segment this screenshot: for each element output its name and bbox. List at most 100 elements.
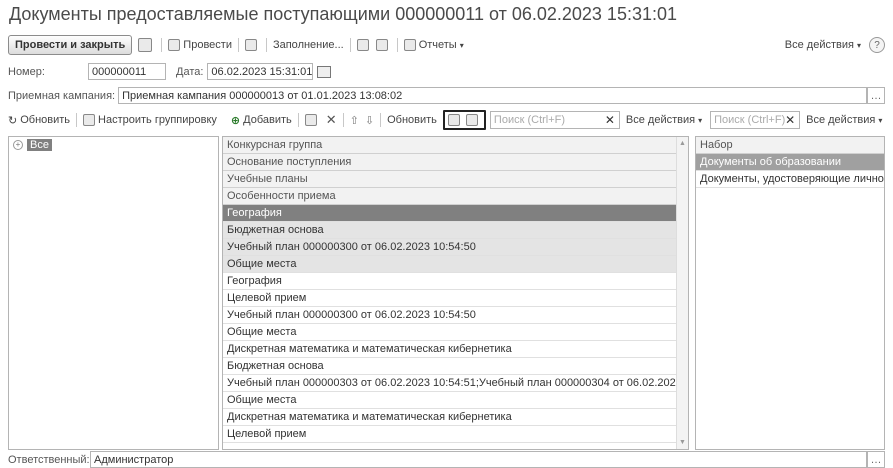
- responsible-field[interactable]: Администратор: [90, 451, 867, 468]
- add-icon: ⊕: [230, 114, 241, 127]
- responsible-label: Ответственный:: [8, 453, 90, 466]
- save-icon[interactable]: [138, 38, 153, 52]
- lists-toolbar-row: ↻ Обновить Настроить группировку ⊕ Добав…: [8, 110, 885, 130]
- structure-icon[interactable]: [244, 39, 257, 51]
- campaign-row: Приемная кампания: Приемная кампания 000…: [8, 87, 885, 104]
- post-button[interactable]: Провести: [168, 39, 232, 51]
- tree-item-label: Все: [27, 139, 52, 151]
- refresh-icon: ↻: [8, 114, 18, 127]
- table-row[interactable]: Дискретная математика и математическая к…: [223, 409, 676, 426]
- print-icon[interactable]: [356, 39, 369, 51]
- number-field[interactable]: 000000011: [88, 63, 166, 80]
- clear-search-icon[interactable]: ✕: [605, 113, 615, 127]
- table-row[interactable]: Учебный план 000000303 от 06.02.2023 10:…: [223, 375, 676, 392]
- number-date-row: Номер: 000000011 Дата: 06.02.2023 15:31:…: [8, 63, 885, 80]
- table-row[interactable]: Целевой прием: [223, 426, 676, 443]
- grid-scrollbar[interactable]: ▲ ▼: [676, 137, 688, 449]
- table-row[interactable]: Бюджетная основа: [223, 222, 676, 239]
- table-row[interactable]: Документы об образовании: [696, 154, 884, 171]
- right-search-placeholder: Поиск (Ctrl+F): [714, 114, 786, 126]
- right-search-input[interactable]: Поиск (Ctrl+F) ✕: [710, 111, 801, 129]
- chevron-down-icon: ▾: [856, 40, 861, 50]
- fill-button[interactable]: Заполнение...: [273, 39, 344, 51]
- calendar-icon[interactable]: [317, 65, 332, 78]
- move-up-icon[interactable]: ⇧: [350, 114, 359, 127]
- date-field[interactable]: 06.02.2023 15:31:01: [207, 63, 314, 80]
- table-row[interactable]: Бюджетная основа: [223, 358, 676, 375]
- reports-label: Отчеты: [418, 39, 457, 51]
- paste-from-clipboard-icon[interactable]: [465, 114, 478, 126]
- toolbar-separator: [396, 38, 398, 52]
- set-header[interactable]: Набор: [696, 137, 884, 154]
- delete-icon[interactable]: ✕: [326, 112, 337, 128]
- table-row[interactable]: Общие места: [223, 256, 676, 273]
- right-all-actions-label: Все действия: [806, 114, 876, 126]
- grouping-icon: [83, 114, 96, 126]
- grid-header-3[interactable]: Учебные планы: [223, 171, 676, 188]
- mid-all-actions-label: Все действия: [625, 114, 696, 126]
- table-row[interactable]: Общие места: [223, 392, 676, 409]
- mid-search-input[interactable]: Поиск (Ctrl+F) ✕: [489, 111, 620, 129]
- select-button[interactable]: …: [867, 451, 885, 468]
- reports-icon: [403, 39, 416, 51]
- all-actions-label: Все действия: [784, 39, 854, 51]
- reports-menu[interactable]: Отчеты ▾: [403, 39, 464, 51]
- chevron-down-icon: ▾: [698, 115, 703, 125]
- responsible-row: Ответственный: Администратор …: [8, 451, 885, 468]
- tree-item-all[interactable]: + Все: [9, 137, 218, 153]
- right-all-actions-menu[interactable]: Все действия ▾: [806, 114, 882, 126]
- mid-all-actions-menu[interactable]: Все действия ▾: [626, 114, 702, 126]
- table-row[interactable]: География: [223, 205, 676, 222]
- table-row[interactable]: Учебный план 000000300 от 06.02.2023 10:…: [223, 239, 676, 256]
- table-row[interactable]: География: [223, 273, 676, 290]
- scroll-up-icon[interactable]: ▲: [679, 140, 686, 147]
- toolbar-separator: [342, 113, 344, 127]
- main-toolbar: Провести и закрыть Провести Заполнение..…: [8, 34, 885, 56]
- grid-content: Конкурсная группа Основание поступления …: [223, 137, 676, 443]
- set-rows: Документы об образовании Документы, удост…: [696, 154, 884, 188]
- toolbar-separator: [237, 38, 239, 52]
- set-panel: Набор Документы об образовании Документы,…: [695, 136, 885, 450]
- date-label: Дата:: [176, 65, 204, 78]
- copy-to-clipboard-icon[interactable]: [447, 114, 460, 126]
- mid-search-placeholder: Поиск (Ctrl+F): [493, 114, 566, 126]
- table-row[interactable]: Целевой прием: [223, 290, 676, 307]
- scroll-down-icon[interactable]: ▼: [679, 439, 686, 446]
- copy-icon[interactable]: [304, 114, 317, 126]
- post-and-close-button[interactable]: Провести и закрыть: [8, 35, 133, 55]
- select-button[interactable]: …: [867, 87, 885, 104]
- toolbar-separator: [349, 38, 351, 52]
- grid-header-2[interactable]: Основание поступления: [223, 154, 676, 171]
- campaign-field[interactable]: Приемная кампания 000000013 от 01.01.202…: [118, 87, 867, 104]
- table-row[interactable]: Дискретная математика и математическая к…: [223, 341, 676, 358]
- add-button[interactable]: ⊕ Добавить: [231, 114, 292, 127]
- grouping-label: Настроить группировку: [98, 114, 217, 126]
- toolbar-separator: [76, 113, 78, 127]
- toolbar-separator: [297, 113, 299, 127]
- table-row[interactable]: Общие места: [223, 324, 676, 341]
- grid-header-4[interactable]: Особенности приема: [223, 188, 676, 205]
- left-refresh-button[interactable]: ↻ Обновить: [8, 114, 70, 127]
- refresh-label: Обновить: [20, 114, 71, 126]
- post-label: Провести: [183, 39, 232, 51]
- move-down-icon[interactable]: ⇩: [365, 114, 374, 127]
- main-grid-panel: Конкурсная группа Основание поступления …: [222, 136, 689, 450]
- toolbar-separator: [265, 38, 267, 52]
- expand-icon[interactable]: +: [13, 140, 23, 150]
- campaign-label: Приемная кампания:: [8, 89, 116, 102]
- mid-refresh-button[interactable]: Обновить: [387, 114, 437, 126]
- email-icon[interactable]: [375, 39, 388, 51]
- table-row[interactable]: Учебный план 000000300 от 06.02.2023 10:…: [223, 307, 676, 324]
- table-row[interactable]: Документы, удостоверяющие личность: [696, 171, 884, 188]
- chevron-down-icon: ▾: [459, 40, 464, 50]
- clipboard-buttons-group: [442, 110, 486, 130]
- clear-search-icon[interactable]: ✕: [785, 113, 795, 127]
- grid-header-1[interactable]: Конкурсная группа: [223, 137, 676, 154]
- toolbar-separator: [161, 38, 163, 52]
- all-actions-menu[interactable]: Все действия ▾: [785, 39, 861, 51]
- groups-tree-panel: + Все: [8, 136, 219, 450]
- grouping-button[interactable]: Настроить группировку: [83, 114, 217, 126]
- toolbar-separator: [380, 113, 382, 127]
- help-icon[interactable]: ?: [869, 37, 885, 53]
- number-label: Номер:: [8, 65, 45, 78]
